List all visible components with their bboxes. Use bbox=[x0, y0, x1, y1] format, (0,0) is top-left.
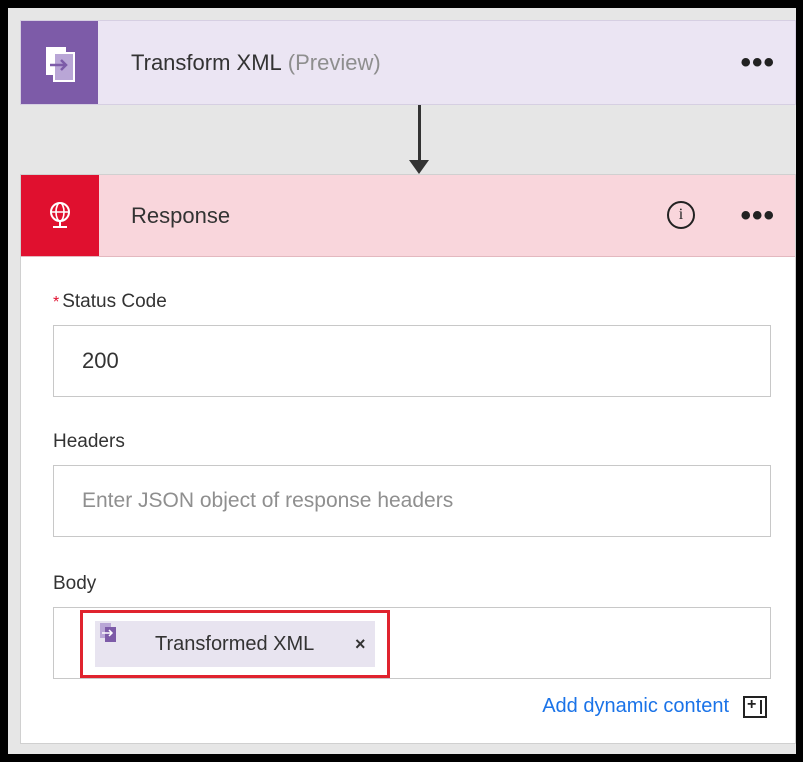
status-code-label-text: Status Code bbox=[62, 291, 167, 312]
transform-xml-icon bbox=[97, 621, 119, 648]
remove-token-button[interactable]: × bbox=[355, 621, 366, 667]
body-input[interactable]: Transformed XML × bbox=[53, 607, 771, 679]
add-dynamic-content-link[interactable]: Add dynamic content bbox=[542, 695, 729, 718]
status-code-value: 200 bbox=[82, 348, 119, 373]
response-header[interactable]: Response i ••• bbox=[21, 175, 795, 257]
status-code-label: * Status Code bbox=[53, 291, 167, 313]
transform-xml-title-text: Transform XML bbox=[131, 50, 282, 75]
transform-xml-title: Transform XML (Preview) bbox=[131, 21, 381, 104]
transform-xml-icon bbox=[21, 21, 98, 104]
token-label: Transformed XML bbox=[155, 633, 315, 655]
globe-response-icon bbox=[21, 175, 99, 256]
token-highlight: Transformed XML × bbox=[80, 610, 390, 678]
arrow-down-icon bbox=[409, 160, 429, 174]
headers-label: Headers bbox=[53, 431, 125, 452]
body-label: Body bbox=[53, 573, 97, 594]
transform-xml-card[interactable]: Transform XML (Preview) ••• bbox=[20, 20, 796, 105]
required-marker: * bbox=[53, 294, 60, 311]
info-icon[interactable]: i bbox=[667, 201, 695, 229]
connector-line bbox=[418, 105, 421, 163]
transformed-xml-token[interactable]: Transformed XML × bbox=[95, 621, 375, 667]
headers-input[interactable]: Enter JSON object of response headers bbox=[53, 465, 771, 537]
response-menu-button[interactable]: ••• bbox=[740, 175, 775, 256]
transform-xml-menu-button[interactable]: ••• bbox=[740, 21, 775, 104]
add-dynamic-content-icon[interactable] bbox=[743, 696, 767, 718]
headers-placeholder: Enter JSON object of response headers bbox=[82, 489, 454, 512]
status-code-input[interactable]: 200 bbox=[53, 325, 771, 397]
preview-label: (Preview) bbox=[287, 50, 381, 75]
response-card: Response i ••• * Status Code 200 Headers … bbox=[20, 174, 796, 744]
response-title: Response bbox=[131, 203, 231, 228]
designer-canvas: Transform XML (Preview) ••• Response i ••… bbox=[8, 8, 796, 754]
